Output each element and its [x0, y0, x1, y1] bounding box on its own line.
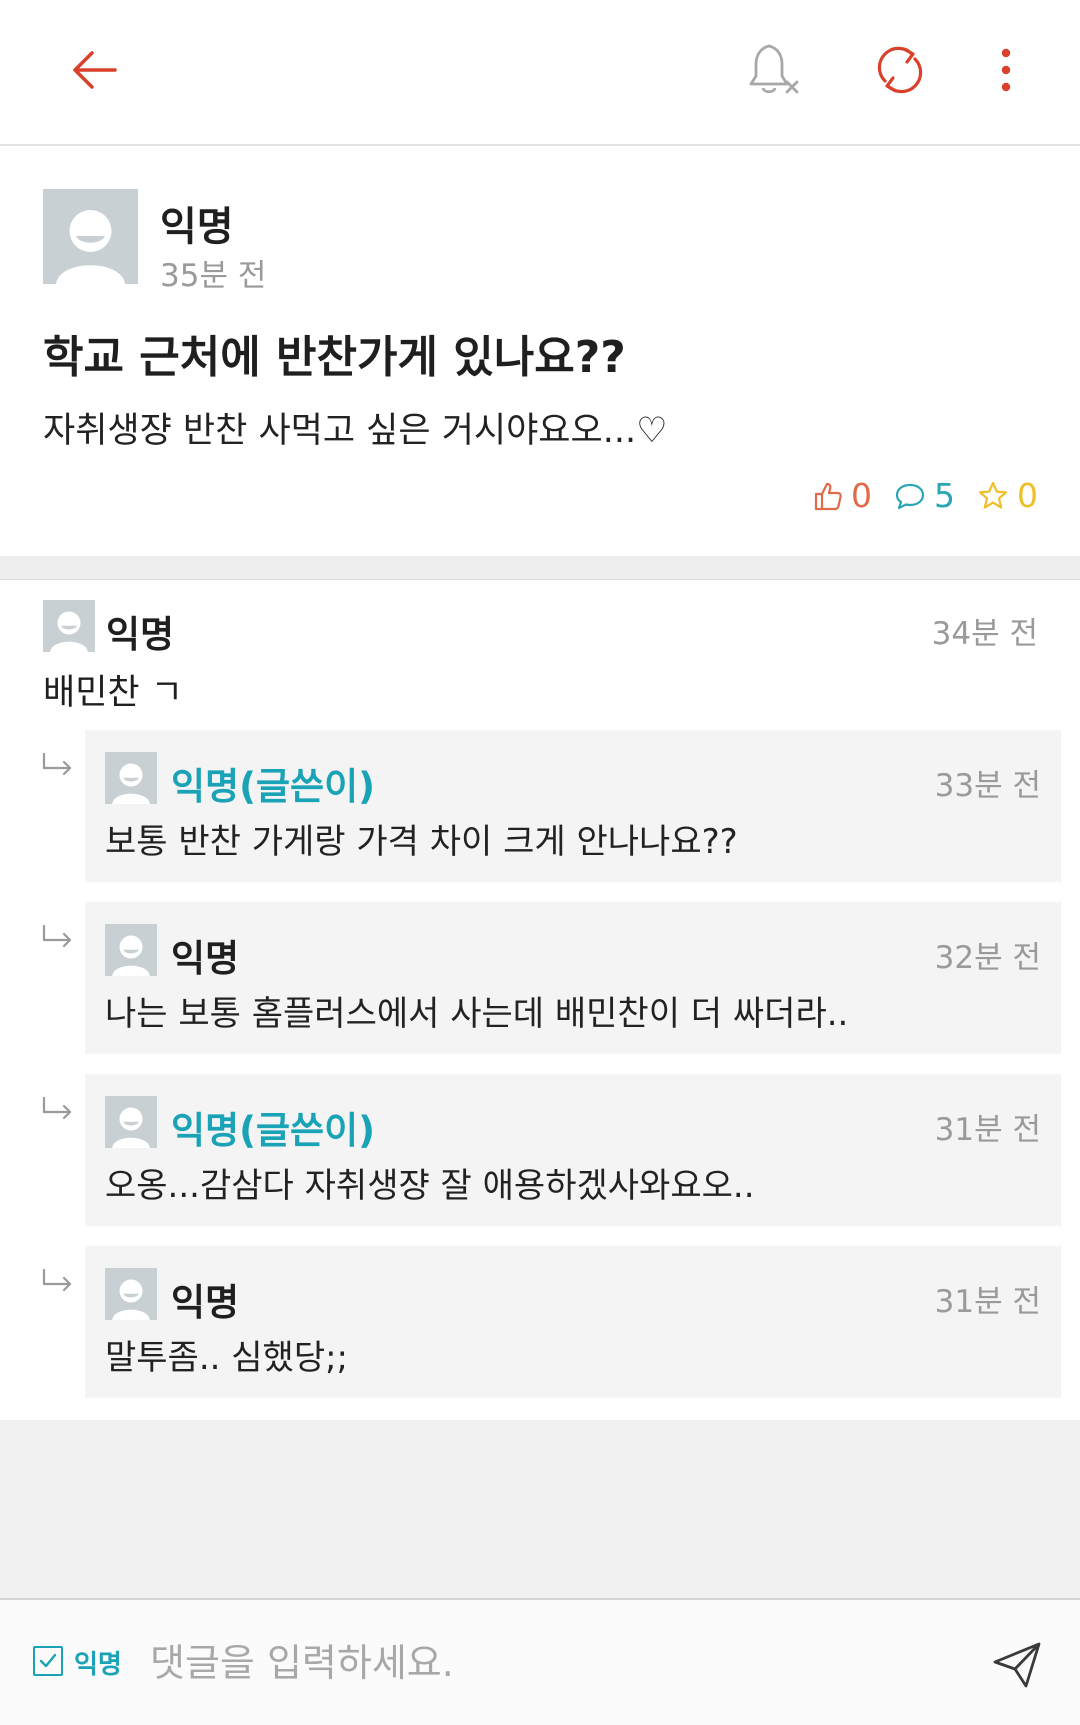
avatar	[43, 600, 95, 652]
comment-text: 배민찬 ㄱ	[43, 673, 183, 713]
reply: 익명(글쓴이) 31분 전 오옹...감삼다 자취생쟝 잘 애용하겠사와요오..	[0, 1074, 1080, 1246]
reply-time: 33분 전	[934, 768, 1041, 804]
reply-card: 익명 32분 전 나는 보통 홈플러스에서 사는데 배민찬이 더 싸더라..	[85, 902, 1061, 1054]
comment-count-value: 5	[934, 476, 955, 515]
star-icon	[978, 481, 1008, 509]
post-title: 학교 근처에 반찬가게 있나요??	[43, 332, 626, 383]
reply-arrow-icon	[42, 1268, 72, 1292]
reply-author: 익명(글쓴이)	[171, 765, 376, 808]
reply-card: 익명(글쓴이) 31분 전 오옹...감삼다 자취생쟝 잘 애용하겠사와요오..	[85, 1074, 1061, 1226]
scrap-count[interactable]: 0	[977, 476, 1038, 515]
empty-area	[0, 1420, 1080, 1598]
check-icon	[39, 1653, 57, 1668]
comment-input-bar: 익명	[0, 1598, 1080, 1725]
comment-time: 34분 전	[931, 616, 1038, 652]
reply: 익명 32분 전 나는 보통 홈플러스에서 사는데 배민찬이 더 싸더라..	[0, 902, 1080, 1074]
comment-count: 5	[894, 476, 955, 515]
reply-text: 보통 반찬 가게랑 가격 차이 크게 안나나요??	[105, 822, 738, 862]
reply-author: 익명	[171, 937, 240, 980]
back-arrow-icon[interactable]	[62, 38, 126, 102]
comment: 익명 34분 전 배민찬 ㄱ	[0, 580, 1080, 730]
reply-time: 31분 전	[934, 1112, 1041, 1148]
reply: 익명(글쓴이) 33분 전 보통 반찬 가게랑 가격 차이 크게 안나나요??	[0, 730, 1080, 902]
reply-text: 오옹...감삼다 자취생쟝 잘 애용하겠사와요오..	[105, 1166, 755, 1206]
post: 익명 35분 전 학교 근처에 반찬가게 있나요?? 자취생쟝 반찬 사먹고 싶…	[0, 146, 1080, 556]
comment-input[interactable]	[150, 1630, 950, 1696]
send-icon	[993, 1642, 1041, 1688]
reply-card: 익명 31분 전 말투좀.. 심했당;;	[85, 1246, 1061, 1398]
like-count-value: 0	[851, 476, 872, 515]
post-body: 자취생쟝 반찬 사먹고 싶은 거시야요오...♡	[43, 411, 668, 451]
bell-off-icon[interactable]	[744, 38, 808, 102]
post-time: 35분 전	[160, 258, 267, 294]
avatar	[43, 189, 138, 284]
section-divider	[0, 556, 1080, 580]
top-app-bar	[0, 0, 1080, 146]
reply-time: 32분 전	[934, 940, 1041, 976]
post-stats: 0 5 0	[791, 476, 1038, 515]
reply-arrow-icon	[42, 752, 72, 776]
reply-time: 31분 전	[934, 1284, 1041, 1320]
avatar	[105, 924, 157, 976]
like-count[interactable]: 0	[813, 476, 872, 515]
thumbs-up-icon	[814, 482, 842, 510]
anonymous-checkbox[interactable]	[33, 1646, 63, 1676]
refresh-icon[interactable]	[868, 38, 932, 102]
speech-bubble-icon	[895, 483, 925, 509]
reply-card: 익명(글쓴이) 33분 전 보통 반찬 가게랑 가격 차이 크게 안나나요??	[85, 730, 1061, 882]
reply-text: 말투좀.. 심했당;;	[105, 1338, 349, 1378]
comment-author: 익명	[106, 613, 175, 656]
reply: 익명 31분 전 말투좀.. 심했당;;	[0, 1246, 1080, 1418]
avatar	[105, 1096, 157, 1148]
avatar	[105, 1268, 157, 1320]
anonymous-label[interactable]: 익명	[74, 1644, 122, 1681]
more-vertical-icon[interactable]	[974, 38, 1038, 102]
reply-arrow-icon	[42, 1096, 72, 1120]
reply-author: 익명(글쓴이)	[171, 1109, 376, 1152]
reply-text: 나는 보통 홈플러스에서 사는데 배민찬이 더 싸더라..	[105, 994, 849, 1034]
send-button[interactable]	[990, 1638, 1044, 1692]
avatar	[105, 752, 157, 804]
scrap-count-value: 0	[1017, 476, 1038, 515]
reply-arrow-icon	[42, 924, 72, 948]
reply-author: 익명	[171, 1281, 240, 1324]
post-author: 익명	[160, 204, 234, 250]
